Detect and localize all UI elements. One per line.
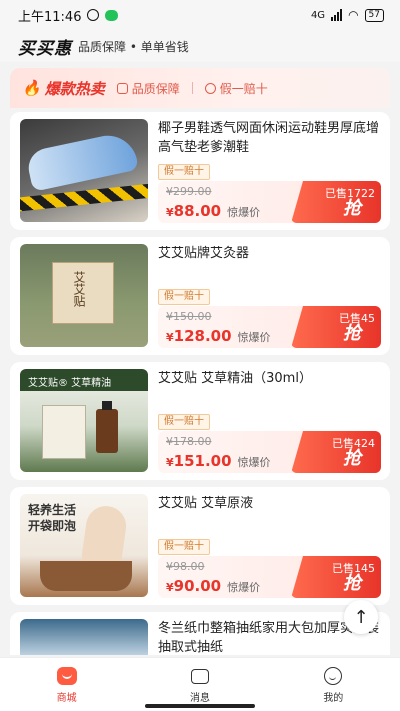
grab-button[interactable]: 已售1722 抢: [291, 181, 381, 223]
price-bar: ¥178.00 ¥151.00 惊爆价 已售424 抢: [158, 431, 381, 473]
price-label: 惊爆价: [227, 581, 261, 594]
product-image[interactable]: 艾艾贴: [20, 244, 148, 347]
price-label: 惊爆价: [237, 331, 271, 344]
current-price: ¥151.00: [166, 452, 232, 470]
product-card[interactable]: 冬兰纸巾整箱抽纸家用大包加厚实惠装抽取式抽纸: [10, 612, 390, 655]
brand-header: 买买惠 品质保障 • 单单省钱: [0, 30, 400, 62]
shop-icon: [56, 667, 77, 685]
wechat-icon: [105, 9, 119, 21]
original-price: ¥98.00: [166, 560, 205, 573]
price-label: 惊爆价: [237, 456, 271, 469]
product-title[interactable]: 艾艾贴 艾草精油（30ml）: [158, 369, 381, 409]
hot-sale-label: 爆款热卖: [44, 79, 105, 98]
guarantee-tag: 假一赔十: [158, 414, 210, 430]
product-image[interactable]: [20, 619, 148, 655]
grab-label: 抢: [343, 573, 361, 594]
tab-shop[interactable]: 商城: [0, 658, 133, 711]
product-title[interactable]: 艾艾贴牌艾灸器: [158, 244, 381, 284]
product-title[interactable]: 椰子男鞋透气网面休闲运动鞋男厚底增高气垫老爹潮鞋: [158, 119, 381, 159]
status-time: 上午11:46: [18, 9, 82, 25]
shield-icon: [116, 82, 128, 94]
compensation-badge: 假一赔十: [204, 80, 268, 97]
guarantee-tag: 假一赔十: [158, 289, 210, 305]
guarantee-tag: 假一赔十: [158, 164, 210, 180]
back-to-top-button[interactable]: ↑: [344, 600, 378, 634]
current-price: ¥88.00: [166, 202, 222, 220]
product-image[interactable]: 艾艾贴® 艾草精油: [20, 369, 148, 472]
profile-icon: [324, 667, 343, 685]
arrow-up-icon: ↑: [353, 606, 369, 628]
quality-badge-label: 品质保障: [131, 81, 180, 96]
battery-icon: 57: [364, 8, 384, 22]
product-card[interactable]: 艾艾贴 艾艾贴牌艾灸器 假一赔十 ¥150.00 ¥128.00 惊爆价 已售4…: [10, 237, 390, 355]
fire-icon: 🔥: [22, 79, 41, 97]
brand-logo: 买买惠: [18, 38, 72, 59]
bottom-tab-bar: 商城 消息 我的: [0, 657, 400, 711]
home-indicator[interactable]: [145, 704, 255, 708]
tab-label: 我的: [323, 693, 344, 704]
hot-sale-header: 🔥 爆款热卖 品质保障 假一赔十: [10, 68, 390, 108]
product-image[interactable]: 轻养生活 开袋即泡: [20, 494, 148, 597]
network-type: 4G: [310, 9, 326, 21]
grab-label: 抢: [343, 198, 361, 219]
message-icon: [190, 668, 209, 684]
grab-label: 抢: [343, 323, 361, 344]
tab-label: 消息: [189, 693, 210, 704]
product-title[interactable]: 艾艾贴 艾草原液: [158, 494, 381, 534]
guarantee-tag: 假一赔十: [158, 539, 210, 555]
grab-button[interactable]: 已售145 抢: [291, 556, 381, 598]
tab-label: 商城: [56, 693, 77, 704]
grab-button[interactable]: 已售424 抢: [291, 431, 381, 473]
product-list[interactable]: 椰子男鞋透气网面休闲运动鞋男厚底增高气垫老爹潮鞋 假一赔十 ¥299.00 ¥8…: [10, 112, 390, 655]
diamond-icon: [204, 82, 216, 94]
price-bar: ¥150.00 ¥128.00 惊爆价 已售45 抢: [158, 306, 381, 348]
tab-profile[interactable]: 我的: [267, 658, 400, 711]
compensation-badge-label: 假一赔十: [219, 81, 268, 96]
wifi-icon: ◠: [348, 8, 359, 22]
grab-label: 抢: [343, 448, 361, 469]
product-card[interactable]: 轻养生活 开袋即泡 艾艾贴 艾草原液 假一赔十 ¥98.00 ¥90.00 惊爆价…: [10, 487, 390, 605]
price-bar: ¥299.00 ¥88.00 惊爆价 已售1722 抢: [158, 181, 381, 223]
signal-icon: [331, 9, 343, 21]
product-card[interactable]: 椰子男鞋透气网面休闲运动鞋男厚底增高气垫老爹潮鞋 假一赔十 ¥299.00 ¥8…: [10, 112, 390, 230]
original-price: ¥150.00: [166, 310, 212, 323]
hot-sale-title: 🔥 爆款热卖: [22, 78, 105, 99]
alarm-icon: [87, 9, 100, 21]
divider: [191, 82, 193, 94]
current-price: ¥90.00: [166, 577, 222, 595]
grab-button[interactable]: 已售45 抢: [291, 306, 381, 348]
original-price: ¥299.00: [166, 185, 212, 198]
quality-badge: 品质保障: [116, 80, 180, 97]
status-bar: 上午11:46 4G ◠ 57: [0, 0, 400, 30]
original-price: ¥178.00: [166, 435, 212, 448]
price-label: 惊爆价: [227, 206, 261, 219]
brand-slogan: 品质保障 • 单单省钱: [78, 39, 189, 54]
current-price: ¥128.00: [166, 327, 232, 345]
product-image[interactable]: [20, 119, 148, 222]
price-bar: ¥98.00 ¥90.00 惊爆价 已售145 抢: [158, 556, 381, 598]
product-card[interactable]: 艾艾贴® 艾草精油 艾艾贴 艾草精油（30ml） 假一赔十 ¥178.00 ¥1…: [10, 362, 390, 480]
